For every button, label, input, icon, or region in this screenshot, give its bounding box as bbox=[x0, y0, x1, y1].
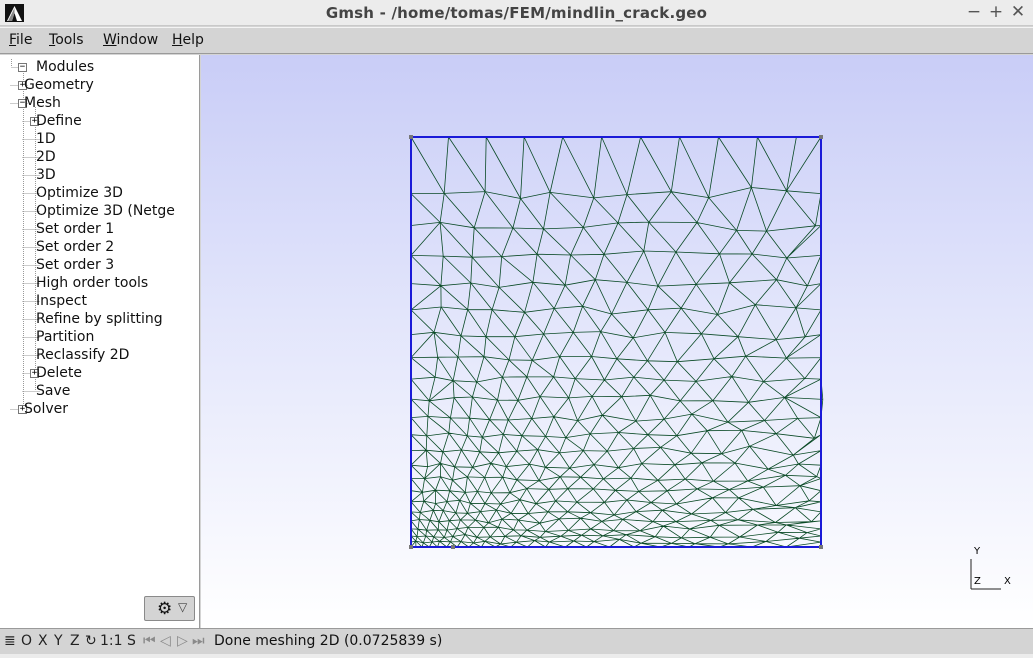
tree-item-set-order-3[interactable]: Set order 3 bbox=[36, 256, 114, 274]
last-step-icon[interactable]: ⏭ bbox=[192, 633, 205, 649]
window-title: Gmsh - /home/tomas/FEM/mindlin_crack.geo bbox=[325, 4, 708, 22]
view-y-button[interactable]: Y bbox=[54, 633, 63, 649]
tree-item-set-order-2[interactable]: Set order 2 bbox=[36, 238, 114, 256]
axis-y-label: Y bbox=[973, 546, 981, 557]
tree-item-label: Optimize 3D bbox=[36, 185, 123, 201]
tree-item-label: Set order 2 bbox=[36, 239, 115, 255]
view-x-button[interactable]: X bbox=[38, 633, 48, 649]
geometry-point[interactable] bbox=[819, 545, 823, 549]
tree-item-label: Geometry bbox=[24, 77, 94, 93]
maximize-icon[interactable]: + bbox=[986, 2, 1006, 22]
gear-icon: ⚙ bbox=[157, 599, 173, 619]
geometry-point[interactable] bbox=[409, 545, 413, 549]
tree-item-label: 3D bbox=[36, 167, 56, 183]
tree-item-label: Set order 1 bbox=[36, 221, 115, 237]
mesh-triangles bbox=[410, 136, 824, 548]
tree-item-modules[interactable]: Modules bbox=[36, 58, 94, 76]
tree-item-label: Partition bbox=[36, 329, 95, 345]
geometry-point[interactable] bbox=[409, 135, 413, 139]
tree-item-save[interactable]: Save bbox=[36, 382, 70, 400]
tree-item-label: Refine by splitting bbox=[36, 311, 163, 327]
graphics-viewport[interactable]: Y Z X bbox=[201, 55, 1033, 628]
tree-item-label: Inspect bbox=[36, 293, 87, 309]
close-icon[interactable]: ✕ bbox=[1008, 2, 1028, 22]
dropdown-arrow-icon: ▽ bbox=[178, 600, 188, 614]
tree-item-label: Define bbox=[36, 113, 82, 129]
tree-item-label: Set order 3 bbox=[36, 257, 115, 273]
tree-item-inspect[interactable]: Inspect bbox=[36, 292, 87, 310]
tree-item-label: Optimize 3D (Netge bbox=[36, 203, 175, 219]
rotate-icon[interactable]: ↻ bbox=[85, 633, 97, 649]
tree-item-define[interactable]: Define bbox=[36, 112, 82, 130]
menu-window[interactable]: Window bbox=[103, 32, 158, 48]
tree-item-3d[interactable]: 3D bbox=[36, 166, 56, 184]
play-icon[interactable]: ▷ bbox=[177, 633, 188, 649]
tree-item-partition[interactable]: Partition bbox=[36, 328, 94, 346]
tree-item-label: 1D bbox=[36, 131, 56, 147]
axis-z-label: Z bbox=[974, 576, 981, 587]
scale-button[interactable]: 1:1 bbox=[100, 633, 123, 649]
mesh-canvas[interactable] bbox=[201, 55, 1033, 628]
tree-item-mesh[interactable]: Mesh bbox=[24, 94, 61, 112]
module-tree: − Modules + Geometry − Mesh + Define 1D 2D 3D Optim… bbox=[0, 55, 200, 628]
tree-item-label: High order tools bbox=[36, 275, 149, 291]
status-message: Done meshing 2D (0.0725839 s) bbox=[214, 633, 443, 649]
axes-indicator: Y Z X bbox=[970, 546, 1011, 590]
bottom-border bbox=[0, 654, 1033, 658]
tree-item-refine-by-splitting[interactable]: Refine by splitting bbox=[36, 310, 163, 328]
tree-item-set-order-1[interactable]: Set order 1 bbox=[36, 220, 114, 238]
tree-item-label: Solver bbox=[24, 401, 68, 417]
title-bar: Gmsh - /home/tomas/FEM/mindlin_crack.geo… bbox=[0, 0, 1033, 26]
collapse-icon[interactable]: − bbox=[18, 63, 27, 72]
tree-item-label: Mesh bbox=[24, 95, 61, 111]
menu-bar: File Tools Window Help bbox=[0, 27, 1033, 54]
tree-item-label: Delete bbox=[36, 365, 82, 381]
tree-item-2d[interactable]: 2D bbox=[36, 148, 56, 166]
menu-file[interactable]: File bbox=[9, 32, 32, 48]
geometry-point[interactable] bbox=[819, 135, 823, 139]
view-origin-button[interactable]: O bbox=[21, 633, 32, 649]
tree-item-1d[interactable]: 1D bbox=[36, 130, 56, 148]
tree-item-high-order-tools[interactable]: High order tools bbox=[36, 274, 148, 292]
select-button[interactable]: S bbox=[127, 633, 136, 649]
tree-item-label: 2D bbox=[36, 149, 56, 165]
axis-x-label: X bbox=[1004, 576, 1011, 587]
tree-item-label: Reclassify 2D bbox=[36, 347, 130, 363]
menu-tools[interactable]: Tools bbox=[49, 32, 84, 48]
status-bar: ≣ O X Y Z ↻ 1:1 S ⏮ ◁ ▷ ⏭ Done meshing 2… bbox=[0, 628, 1033, 654]
tree-item-geometry[interactable]: Geometry bbox=[24, 76, 94, 94]
first-step-icon[interactable]: ⏮ bbox=[143, 633, 156, 649]
view-z-button[interactable]: Z bbox=[70, 633, 80, 649]
tree-item-label: Save bbox=[36, 383, 71, 399]
geometry-point[interactable] bbox=[451, 545, 455, 549]
prev-step-icon[interactable]: ◁ bbox=[160, 633, 171, 649]
tree-item-solver[interactable]: Solver bbox=[24, 400, 68, 418]
tree-item-optimize-3d-netge[interactable]: Optimize 3D (Netge bbox=[36, 202, 175, 220]
tree-item-optimize-3d[interactable]: Optimize 3D bbox=[36, 184, 123, 202]
minimize-icon[interactable]: − bbox=[964, 2, 984, 22]
tree-item-delete[interactable]: Delete bbox=[36, 364, 82, 382]
menu-help[interactable]: Help bbox=[172, 32, 204, 48]
tree-item-label: Modules bbox=[36, 59, 95, 75]
tree-item-reclassify-2d[interactable]: Reclassify 2D bbox=[36, 346, 129, 364]
settings-button[interactable]: ⚙ ▽ bbox=[144, 596, 195, 621]
status-menu-icon[interactable]: ≣ bbox=[4, 633, 16, 649]
